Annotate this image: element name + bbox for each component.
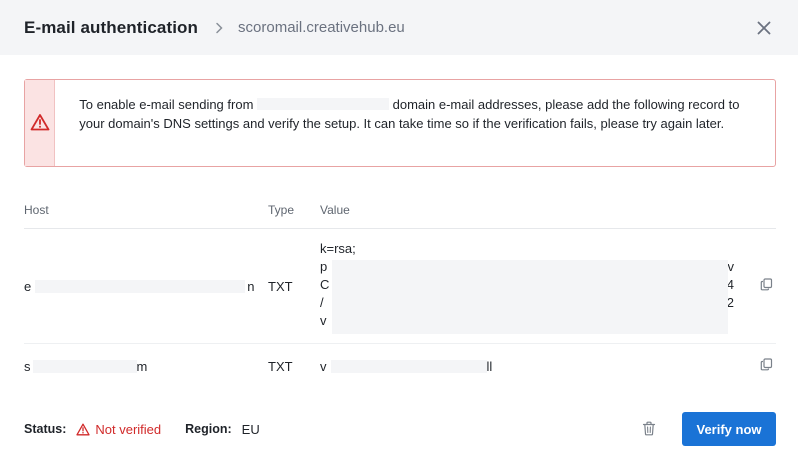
status-value: Not verified xyxy=(95,421,162,437)
value-line-text: C xyxy=(320,277,330,292)
host-cell: s m xyxy=(24,359,147,374)
table-row: e n TXT k=rsa; p v C 4 / 2 v xyxy=(24,229,776,344)
column-header-type: Type xyxy=(268,203,295,217)
redacted-value xyxy=(330,360,487,373)
dialog-title: E-mail authentication xyxy=(24,17,199,37)
trash-icon[interactable] xyxy=(642,421,658,437)
dns-records-table: Host Type Value e n TXT k=rsa; p v C 4 /… xyxy=(24,195,776,388)
region-label: Region: xyxy=(185,422,232,436)
copy-icon[interactable] xyxy=(760,278,774,292)
status-label: Status: xyxy=(24,422,67,436)
host-cell: e n xyxy=(24,279,254,294)
column-header-value: Value xyxy=(320,203,350,217)
value-cell: k=rsa; p v C 4 / 2 v xyxy=(320,240,735,334)
alert-text-part: To enable e-mail sending from xyxy=(79,97,258,112)
dialog-header: E-mail authentication scoromail.creative… xyxy=(0,0,798,55)
value-line-text: / xyxy=(320,295,324,310)
value-text-end: ll xyxy=(486,359,493,374)
host-text-end: n xyxy=(247,279,255,294)
alert-message: To enable e-mail sending from domain e-m… xyxy=(55,80,775,166)
table-row: s m TXT v ll xyxy=(24,344,776,388)
value-line-text: p xyxy=(320,259,328,274)
close-icon[interactable] xyxy=(754,18,774,38)
email-authentication-dialog: E-mail authentication scoromail.creative… xyxy=(0,0,798,467)
redacted-host xyxy=(35,280,246,293)
alert-icon-panel xyxy=(25,80,56,166)
redacted-value xyxy=(332,260,728,334)
redacted-host xyxy=(32,360,137,373)
value-cell: v ll xyxy=(320,359,492,374)
host-text-start: e xyxy=(24,279,32,294)
region-value: EU xyxy=(241,421,260,437)
dialog-footer: Status: Not verified Region: EU Verify n… xyxy=(24,412,776,446)
domain-subtitle: scoromail.creativehub.eu xyxy=(238,19,405,36)
warning-icon xyxy=(30,113,50,134)
column-header-host: Host xyxy=(24,203,49,217)
redacted-domain xyxy=(257,98,390,110)
host-text-start: s xyxy=(24,359,31,374)
type-cell: TXT xyxy=(268,359,293,374)
table-header-row: Host Type Value xyxy=(24,195,776,229)
verify-now-button[interactable]: Verify now xyxy=(682,412,776,446)
value-line: k=rsa; xyxy=(320,241,356,256)
value-line-end: v xyxy=(727,259,735,274)
host-text-end: m xyxy=(136,359,148,374)
chevron-right-icon xyxy=(212,21,226,35)
warning-icon xyxy=(76,423,91,435)
dns-instructions-alert: To enable e-mail sending from domain e-m… xyxy=(24,79,776,167)
status-badge: Not verified xyxy=(76,422,161,437)
type-cell: TXT xyxy=(268,279,293,294)
copy-icon[interactable] xyxy=(760,358,774,372)
value-text-start: v xyxy=(320,359,327,374)
